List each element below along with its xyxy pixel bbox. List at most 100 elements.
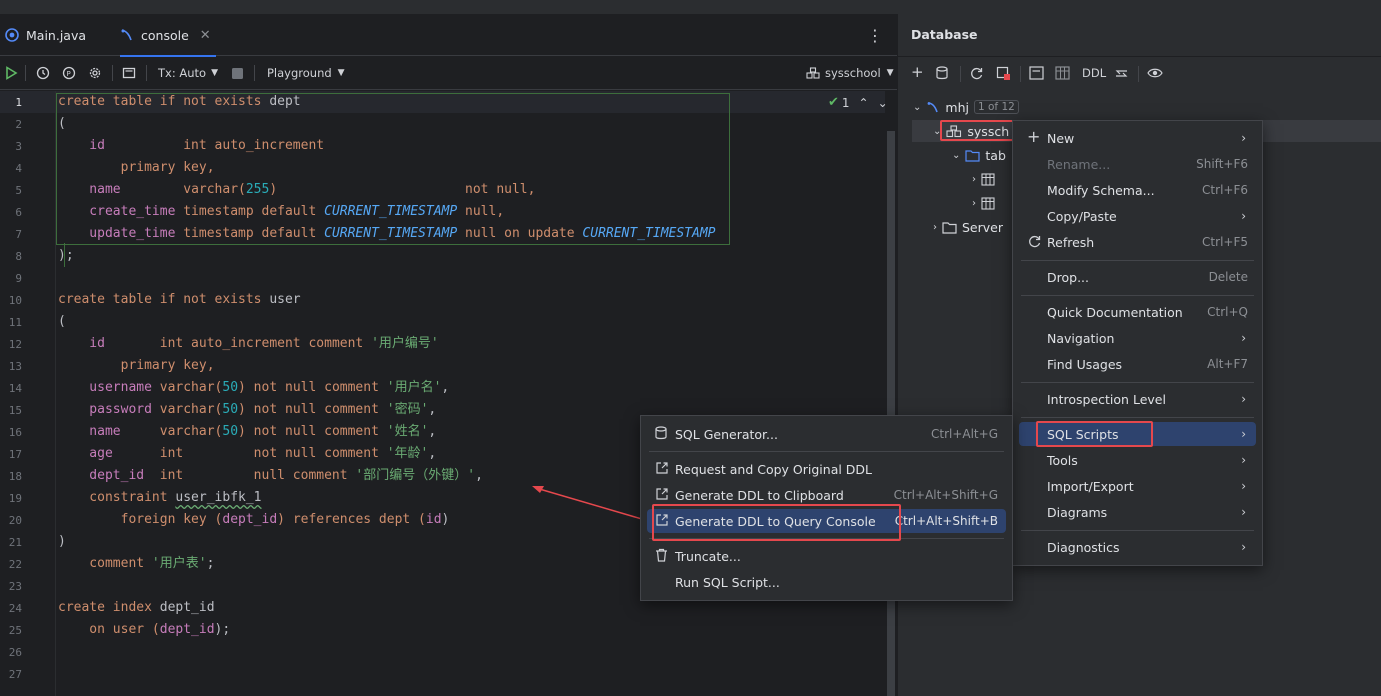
more-options-icon[interactable]: ⋮ xyxy=(867,26,883,45)
menu-item-label: Diagnostics xyxy=(1047,539,1120,555)
menu-item-import-export[interactable]: Import/Export › xyxy=(1019,474,1256,498)
menu-item-copy-paste[interactable]: Copy/Paste › xyxy=(1019,204,1256,228)
code-function: CURRENT_TIMESTAMP xyxy=(324,204,458,219)
code-keyword: create table if not exists xyxy=(58,94,262,109)
code-editor[interactable]: 1 2 3 4 5 6 7 8 9 10 11 12 13 14 15 16 1… xyxy=(0,91,897,696)
code-text: dept_id xyxy=(159,600,215,615)
code-column: name xyxy=(58,424,121,439)
code-line: dept_id int null comment '部门编号（外键）', xyxy=(58,465,483,487)
external-link-icon xyxy=(655,487,671,503)
schema-label: sysschool xyxy=(825,66,881,80)
chevron-right-icon[interactable]: › xyxy=(972,198,976,209)
code-keyword: int null comment xyxy=(144,468,356,483)
jump-to-console-icon[interactable] xyxy=(1029,66,1044,83)
chevron-right-icon[interactable]: › xyxy=(972,174,976,185)
code-keyword: varchar( xyxy=(151,402,223,417)
menu-item-request-copy-ddl[interactable]: Request and Copy Original DDL xyxy=(647,457,1006,481)
disconnect-icon[interactable] xyxy=(996,66,1011,84)
schema-selector[interactable]: sysschool ▼ xyxy=(806,64,894,82)
menu-item-introspection-level[interactable]: Introspection Level › xyxy=(1019,387,1256,411)
compare-icon[interactable] xyxy=(1114,66,1129,84)
history-icon[interactable] xyxy=(36,64,50,82)
tree-node-server-objects[interactable]: › Server xyxy=(933,217,1003,237)
menu-item-quick-documentation[interactable]: Quick Documentation Ctrl+Q xyxy=(1019,300,1256,324)
menu-item-refresh[interactable]: Refresh Ctrl+F5 xyxy=(1019,230,1256,254)
line-number: 13 xyxy=(8,360,22,373)
menu-item-rename[interactable]: Rename... Shift+F6 xyxy=(1019,152,1256,176)
chevron-down-icon[interactable]: ⌄ xyxy=(913,102,921,113)
code-line: create_time timestamp default CURRENT_TI… xyxy=(58,201,504,223)
code-text: , xyxy=(428,424,437,439)
close-icon[interactable]: ✕ xyxy=(200,28,211,43)
code-line: create table if not exists dept xyxy=(58,91,301,113)
sql-console-icon xyxy=(121,29,132,41)
refresh-icon[interactable] xyxy=(969,66,984,84)
menu-separator xyxy=(649,451,1004,452)
tree-node-connection[interactable]: ⌄ mhj 1 of 12 xyxy=(913,97,1019,117)
stop-icon[interactable] xyxy=(231,64,244,82)
tree-node-tables-folder[interactable]: ⌄ tab xyxy=(952,145,1006,165)
menu-item-diagrams[interactable]: Diagrams › xyxy=(1019,500,1256,524)
code-text: ; xyxy=(206,556,215,571)
menu-item-sql-generator[interactable]: SQL Generator... Ctrl+Alt+G xyxy=(647,422,1006,446)
menu-item-label: Refresh xyxy=(1047,234,1095,250)
chevron-right-icon[interactable]: › xyxy=(933,222,937,233)
menu-item-find-usages[interactable]: Find Usages Alt+F7 xyxy=(1019,352,1256,376)
schema-count-badge: 1 of 12 xyxy=(973,100,1019,114)
menu-item-label: New xyxy=(1047,130,1075,146)
menu-item-diagnostics[interactable]: Diagnostics › xyxy=(1019,535,1256,559)
menu-item-new[interactable]: + New › xyxy=(1019,126,1256,150)
table-icon[interactable] xyxy=(1055,66,1070,83)
code-string: '用户名' xyxy=(386,380,442,395)
code-line: ) xyxy=(58,534,66,549)
output-panel-icon[interactable] xyxy=(122,64,136,82)
chevron-up-icon[interactable]: ⌃ xyxy=(859,96,869,110)
menu-item-navigation[interactable]: Navigation › xyxy=(1019,326,1256,350)
menu-item-run-sql-script[interactable]: Run SQL Script... xyxy=(647,570,1006,594)
tree-node-table[interactable]: › xyxy=(972,169,995,189)
transaction-mode-dropdown[interactable]: Tx: Auto ▼ xyxy=(158,64,218,82)
code-keyword: foreign key ( xyxy=(58,512,223,527)
settings-icon[interactable] xyxy=(88,64,102,82)
tree-node-table[interactable]: › xyxy=(972,193,995,213)
menu-item-modify-schema[interactable]: Modify Schema... Ctrl+F6 xyxy=(1019,178,1256,202)
menu-item-label: Diagrams xyxy=(1047,504,1108,520)
editor-tab-bar: Main.java console ✕ ⋮ xyxy=(0,14,897,57)
menu-item-truncate[interactable]: Truncate... xyxy=(647,544,1006,568)
code-number: 255 xyxy=(245,182,270,197)
code-column: name xyxy=(58,182,121,197)
code-keyword: create index xyxy=(58,600,160,615)
code-text: , xyxy=(441,380,450,395)
execute-icon[interactable] xyxy=(4,64,18,82)
code-column: id xyxy=(58,138,105,153)
code-keyword: ) not null comment xyxy=(238,424,387,439)
ddl-button[interactable]: DDL xyxy=(1082,66,1106,80)
chevron-right-icon: › xyxy=(1241,209,1246,223)
window-top-bar xyxy=(0,0,1381,14)
code-column: age xyxy=(58,446,113,461)
menu-item-label: Modify Schema... xyxy=(1047,182,1155,198)
code-string: '用户表' xyxy=(151,556,207,571)
chevron-right-icon: › xyxy=(1241,427,1246,441)
playground-dropdown[interactable]: Playground ▼ xyxy=(267,64,345,82)
code-keyword: timestamp default xyxy=(175,226,325,241)
inspection-widget[interactable]: ✔ 1 ⌃ ⌄ xyxy=(828,95,888,110)
menu-item-drop[interactable]: Drop... Delete xyxy=(1019,265,1256,289)
chevron-down-icon[interactable]: ⌄ xyxy=(878,96,888,110)
chevron-down-icon[interactable]: ⌄ xyxy=(952,150,960,161)
code-text: dept xyxy=(261,94,301,109)
code-line: username varchar(50) not null comment '用… xyxy=(58,377,449,399)
tab-console[interactable]: console ✕ xyxy=(120,14,216,57)
add-icon[interactable]: + xyxy=(911,63,924,81)
eye-icon[interactable] xyxy=(1147,66,1163,83)
database-icon xyxy=(655,426,671,442)
explain-plan-icon[interactable]: P xyxy=(62,64,76,82)
menu-item-shortcut: Delete xyxy=(1208,270,1248,284)
menu-item-tools[interactable]: Tools › xyxy=(1019,448,1256,472)
menu-separator xyxy=(1021,382,1254,383)
data-source-properties-icon[interactable] xyxy=(936,66,950,84)
line-number: 24 xyxy=(8,602,22,615)
code-string: '姓名' xyxy=(386,424,429,439)
tab-main-java[interactable]: Main.java xyxy=(5,14,105,56)
vertical-scrollbar[interactable] xyxy=(887,131,895,696)
